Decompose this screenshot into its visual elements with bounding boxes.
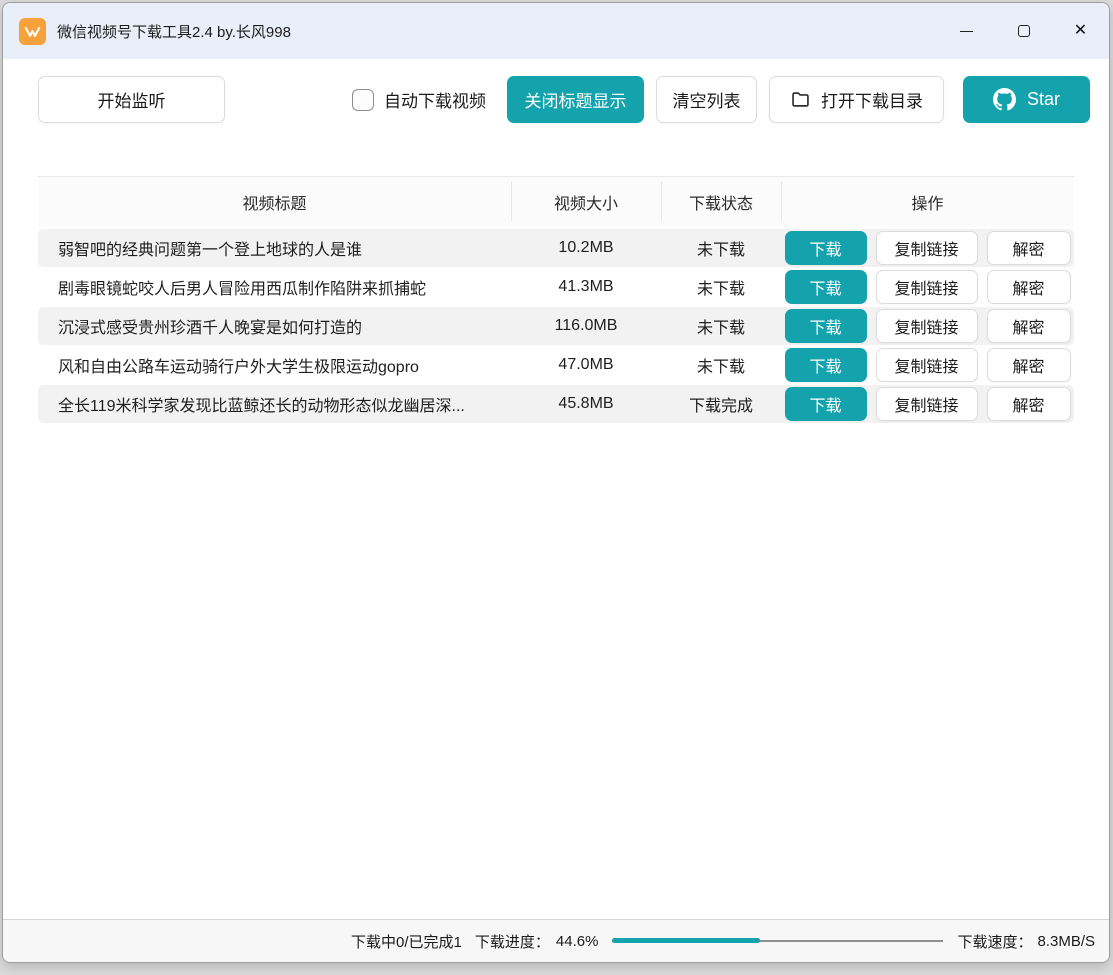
header-video-title: 视频标题 bbox=[38, 177, 511, 226]
speed-label: 下载速度： bbox=[957, 931, 1032, 952]
folder-icon bbox=[790, 89, 811, 110]
download-button[interactable]: 下载 bbox=[785, 348, 867, 382]
window-controls: ✕ bbox=[938, 3, 1109, 59]
video-size-cell: 47.0MB bbox=[511, 356, 661, 374]
video-title-cell: 弱智吧的经典问题第一个登上地球的人是谁 bbox=[38, 236, 511, 260]
app-window: 微信视频号下载工具2.4 by.长风998 ✕ 开始监听 自动下载视频 关闭标题… bbox=[2, 2, 1110, 963]
download-status-cell: 未下载 bbox=[661, 314, 781, 338]
video-title-cell: 风和自由公路车运动骑行户外大学生极限运动gopro bbox=[38, 353, 511, 377]
table-row: 弱智吧的经典问题第一个登上地球的人是谁 10.2MB 未下载 下载 复制链接 解… bbox=[38, 229, 1074, 267]
download-status-cell: 未下载 bbox=[661, 275, 781, 299]
decrypt-button[interactable]: 解密 bbox=[987, 231, 1071, 265]
table-body: 弱智吧的经典问题第一个登上地球的人是谁 10.2MB 未下载 下载 复制链接 解… bbox=[38, 229, 1074, 423]
github-icon bbox=[993, 88, 1016, 111]
close-icon: ✕ bbox=[1074, 23, 1087, 39]
header-actions: 操作 bbox=[781, 177, 1074, 226]
header-video-size: 视频大小 bbox=[511, 177, 661, 226]
maximize-button[interactable] bbox=[995, 3, 1052, 59]
row-actions: 下载 复制链接 解密 bbox=[781, 348, 1074, 382]
toolbar: 开始监听 自动下载视频 关闭标题显示 清空列表 打开下载目录 Star bbox=[3, 76, 1109, 123]
row-actions: 下载 复制链接 解密 bbox=[781, 270, 1074, 304]
copy-link-button[interactable]: 复制链接 bbox=[876, 309, 978, 343]
video-table: 视频标题 视频大小 下载状态 操作 弱智吧的经典问题第一个登上地球的人是谁 10… bbox=[38, 176, 1074, 424]
row-actions: 下载 复制链接 解密 bbox=[781, 387, 1074, 421]
video-title-cell: 全长119米科学家发现比蓝鲸还长的动物形态似龙幽居深... bbox=[38, 392, 511, 416]
table-row: 风和自由公路车运动骑行户外大学生极限运动gopro 47.0MB 未下载 下载 … bbox=[38, 346, 1074, 384]
progress-label: 下载进度： bbox=[475, 931, 550, 952]
copy-link-button[interactable]: 复制链接 bbox=[876, 387, 978, 421]
download-status-cell: 下载完成 bbox=[661, 392, 781, 416]
open-download-dir-button[interactable]: 打开下载目录 bbox=[769, 76, 944, 123]
table-row: 全长119米科学家发现比蓝鲸还长的动物形态似龙幽居深... 45.8MB 下载完… bbox=[38, 385, 1074, 423]
download-button[interactable]: 下载 bbox=[785, 270, 867, 304]
copy-link-button[interactable]: 复制链接 bbox=[876, 270, 978, 304]
copy-link-button[interactable]: 复制链接 bbox=[876, 348, 978, 382]
progress-fill bbox=[612, 938, 760, 943]
video-size-cell: 116.0MB bbox=[511, 317, 661, 335]
clear-list-button[interactable]: 清空列表 bbox=[656, 76, 757, 123]
table-row: 沉浸式感受贵州珍酒千人晚宴是如何打造的 116.0MB 未下载 下载 复制链接 … bbox=[38, 307, 1074, 345]
download-button[interactable]: 下载 bbox=[785, 309, 867, 343]
decrypt-button[interactable]: 解密 bbox=[987, 270, 1071, 304]
download-status-cell: 未下载 bbox=[661, 353, 781, 377]
title-bar: 微信视频号下载工具2.4 by.长风998 ✕ bbox=[3, 3, 1109, 59]
auto-download-group: 自动下载视频 bbox=[352, 87, 486, 112]
download-button[interactable]: 下载 bbox=[785, 387, 867, 421]
download-counts: 下载中0/已完成1 bbox=[351, 931, 462, 952]
wechat-channels-glyph bbox=[23, 22, 42, 41]
video-title-cell: 沉浸式感受贵州珍酒千人晚宴是如何打造的 bbox=[38, 314, 511, 338]
download-button[interactable]: 下载 bbox=[785, 231, 867, 265]
start-listen-button[interactable]: 开始监听 bbox=[38, 76, 225, 123]
close-button[interactable]: ✕ bbox=[1052, 3, 1109, 59]
progress-value: 44.6% bbox=[556, 933, 599, 950]
video-size-cell: 10.2MB bbox=[511, 239, 661, 257]
status-bar: 下载中0/已完成1 下载进度： 44.6% 下载速度： 8.3MB/S bbox=[3, 919, 1109, 962]
progress-bar bbox=[612, 938, 943, 944]
decrypt-button[interactable]: 解密 bbox=[987, 348, 1071, 382]
header-download-status: 下载状态 bbox=[661, 177, 781, 226]
open-download-dir-label: 打开下载目录 bbox=[821, 87, 923, 112]
table-header: 视频标题 视频大小 下载状态 操作 bbox=[38, 176, 1074, 226]
download-status-cell: 未下载 bbox=[661, 236, 781, 260]
auto-download-checkbox[interactable] bbox=[352, 89, 374, 111]
window-title: 微信视频号下载工具2.4 by.长风998 bbox=[57, 21, 291, 42]
copy-link-button[interactable]: 复制链接 bbox=[876, 231, 978, 265]
auto-download-label: 自动下载视频 bbox=[384, 87, 486, 112]
app-logo-icon bbox=[19, 18, 46, 45]
github-star-label: Star bbox=[1027, 89, 1060, 110]
table-row: 剧毒眼镜蛇咬人后男人冒险用西瓜制作陷阱来抓捕蛇 41.3MB 未下载 下载 复制… bbox=[38, 268, 1074, 306]
video-title-cell: 剧毒眼镜蛇咬人后男人冒险用西瓜制作陷阱来抓捕蛇 bbox=[38, 275, 511, 299]
minimize-button[interactable] bbox=[938, 3, 995, 59]
maximize-icon bbox=[1018, 25, 1030, 37]
row-actions: 下载 复制链接 解密 bbox=[781, 231, 1074, 265]
github-star-button[interactable]: Star bbox=[963, 76, 1090, 123]
minimize-icon bbox=[960, 31, 973, 32]
toggle-title-display-button[interactable]: 关闭标题显示 bbox=[507, 76, 644, 123]
decrypt-button[interactable]: 解密 bbox=[987, 309, 1071, 343]
video-size-cell: 41.3MB bbox=[511, 278, 661, 296]
speed-value: 8.3MB/S bbox=[1037, 933, 1095, 950]
video-size-cell: 45.8MB bbox=[511, 395, 661, 413]
row-actions: 下载 复制链接 解密 bbox=[781, 309, 1074, 343]
decrypt-button[interactable]: 解密 bbox=[987, 387, 1071, 421]
